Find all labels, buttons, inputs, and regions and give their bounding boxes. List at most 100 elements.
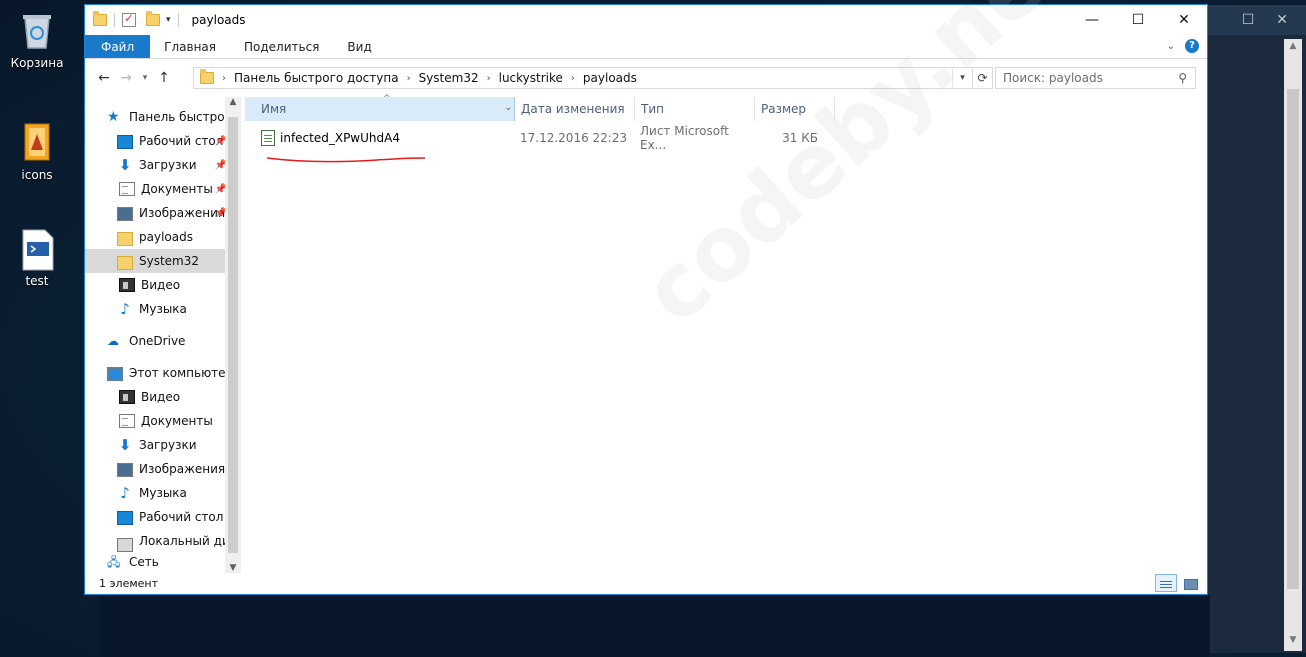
divider: [177, 13, 179, 27]
chevron-right-icon[interactable]: ›: [222, 73, 226, 84]
picture-icon: [117, 463, 133, 477]
view-buttons: [1155, 574, 1201, 592]
nav-pc-documents[interactable]: Документы: [85, 409, 241, 433]
back-button[interactable]: ←: [93, 70, 115, 86]
nav-pc-pictures[interactable]: Изображения: [85, 457, 241, 481]
chevron-down-icon[interactable]: ⌄: [504, 103, 512, 113]
nav-label: Музыка: [139, 302, 187, 316]
scrollbar-thumb[interactable]: [228, 117, 238, 553]
tab-home[interactable]: Главная: [150, 35, 230, 58]
music-icon: ♪: [120, 300, 130, 318]
chevron-right-icon[interactable]: ›: [571, 73, 575, 84]
column-type[interactable]: Тип: [635, 97, 755, 121]
recent-locations-icon[interactable]: ▾: [137, 73, 153, 83]
powershell-script-icon: [19, 228, 55, 271]
nav-quick-access[interactable]: ★ Панель быстрого доступа: [85, 105, 241, 129]
nav-label: Документы: [141, 414, 213, 428]
search-icon[interactable]: ⚲: [1178, 71, 1187, 85]
nav-pc-local-disk[interactable]: Локальный диск: [85, 529, 241, 553]
nav-network[interactable]: 🖧 Сеть: [85, 553, 241, 569]
video-icon: [119, 390, 135, 404]
expand-ribbon-icon[interactable]: ⌄: [1167, 41, 1175, 52]
breadcrumb-system32[interactable]: System32: [419, 71, 479, 85]
up-button[interactable]: ↑: [153, 70, 175, 86]
download-icon: ⬇: [118, 156, 132, 174]
scroll-up-icon[interactable]: ▲: [225, 97, 241, 107]
breadcrumb-luckystrike[interactable]: luckystrike: [499, 71, 563, 85]
sort-ascending-icon: ^: [383, 94, 391, 104]
picture-icon: [117, 207, 133, 221]
nav-item-videos[interactable]: Видео: [85, 273, 241, 297]
properties-icon[interactable]: [122, 11, 136, 27]
nav-label: Этот компьютер: [129, 366, 234, 380]
close-icon[interactable]: ✕: [1276, 12, 1288, 28]
nav-pc-videos[interactable]: Видео: [85, 385, 241, 409]
nav-label: Видео: [141, 390, 181, 404]
details-view-button[interactable]: [1155, 574, 1177, 592]
customize-toolbar-icon[interactable]: ▾: [166, 15, 171, 25]
column-date[interactable]: Дата изменения: [515, 97, 635, 121]
scroll-down-icon[interactable]: ▼: [1287, 635, 1299, 649]
folder-icon: [117, 256, 133, 270]
nav-pc-desktop[interactable]: Рабочий стол: [85, 505, 241, 529]
chevron-right-icon[interactable]: ›: [407, 73, 411, 84]
chevron-right-icon[interactable]: ›: [487, 73, 491, 84]
nav-this-pc[interactable]: Этот компьютер: [85, 361, 241, 385]
help-icon[interactable]: ?: [1185, 39, 1199, 53]
scroll-up-icon[interactable]: ▲: [1287, 41, 1299, 55]
nav-label: Документы: [141, 182, 213, 196]
search-placeholder: Поиск: payloads: [1003, 71, 1103, 85]
breadcrumb-payloads[interactable]: payloads: [583, 71, 637, 85]
nav-pc-music[interactable]: ♪ Музыка: [85, 481, 241, 505]
scrollbar-thumb[interactable]: [1287, 89, 1299, 589]
desktop-icon-icons[interactable]: icons: [6, 122, 68, 182]
folder-icon: [93, 11, 107, 26]
excel-file-icon: [261, 130, 275, 146]
nav-item-documents[interactable]: Документы 📌: [85, 177, 241, 201]
nav-item-downloads[interactable]: ⬇ Загрузки 📌: [85, 153, 241, 177]
nav-item-music[interactable]: ♪ Музыка: [85, 297, 241, 321]
background-window: ☐ ✕ ▲ ▼: [1206, 5, 1306, 653]
desktop-icon: [117, 135, 133, 149]
video-icon: [119, 278, 135, 292]
drive-icon: [117, 538, 133, 552]
tab-share[interactable]: Поделиться: [230, 35, 333, 58]
ribbon-tabs: Файл Главная Поделиться Вид ⌄ ?: [85, 35, 1207, 59]
desktop-icon-label: test: [25, 274, 49, 288]
large-icons-view-button[interactable]: [1179, 574, 1201, 592]
tab-view[interactable]: Вид: [333, 35, 385, 58]
recycle-bin-icon: [19, 10, 55, 50]
folder-icon: [117, 232, 133, 246]
nav-item-desktop[interactable]: Рабочий стол 📌: [85, 129, 241, 153]
nav-item-system32[interactable]: System32: [85, 249, 241, 273]
cloud-icon: ☁: [107, 334, 119, 348]
forward-button[interactable]: →: [115, 70, 137, 86]
column-name[interactable]: ^ Имя ⌄: [245, 94, 515, 121]
maximize-button[interactable]: ☐: [1115, 5, 1161, 35]
desktop-icon-recycle-bin[interactable]: Корзина: [6, 10, 68, 70]
explorer-window: ▾ payloads — ☐ ✕ Файл Главная Поделиться…: [84, 0, 1208, 595]
divider: [114, 13, 115, 27]
desktop-bottom-area: [100, 595, 1210, 657]
minimize-button[interactable]: —: [1069, 5, 1115, 35]
folder-icon: [200, 69, 214, 84]
search-input[interactable]: Поиск: payloads ⚲: [995, 67, 1196, 89]
new-folder-icon[interactable]: [146, 11, 160, 26]
nav-label: Видео: [141, 278, 181, 292]
nav-label: Загрузки: [139, 438, 197, 452]
nav-label: System32: [139, 254, 200, 268]
nav-item-pictures[interactable]: Изображения 📌: [85, 201, 241, 225]
close-button[interactable]: ✕: [1161, 5, 1207, 35]
background-scrollbar[interactable]: ▲ ▼: [1284, 39, 1302, 651]
file-row[interactable]: infected_XPwUhdA4 17.12.2016 22:23 Лист …: [245, 124, 818, 152]
nav-onedrive[interactable]: ☁ OneDrive: [85, 329, 241, 353]
background-window-titlebar: ☐ ✕: [1206, 5, 1306, 35]
desktop-icon-test[interactable]: test: [6, 228, 68, 288]
maximize-icon[interactable]: ☐: [1242, 12, 1255, 28]
nav-scrollbar[interactable]: ▲ ▼: [225, 97, 241, 573]
nav-pc-downloads[interactable]: ⬇ Загрузки: [85, 433, 241, 457]
breadcrumb-quick-access[interactable]: Панель быстрого доступа: [234, 71, 399, 85]
nav-item-payloads[interactable]: payloads: [85, 225, 241, 249]
file-type: Лист Microsoft Ex...: [640, 124, 729, 152]
tab-file[interactable]: Файл: [85, 35, 151, 58]
